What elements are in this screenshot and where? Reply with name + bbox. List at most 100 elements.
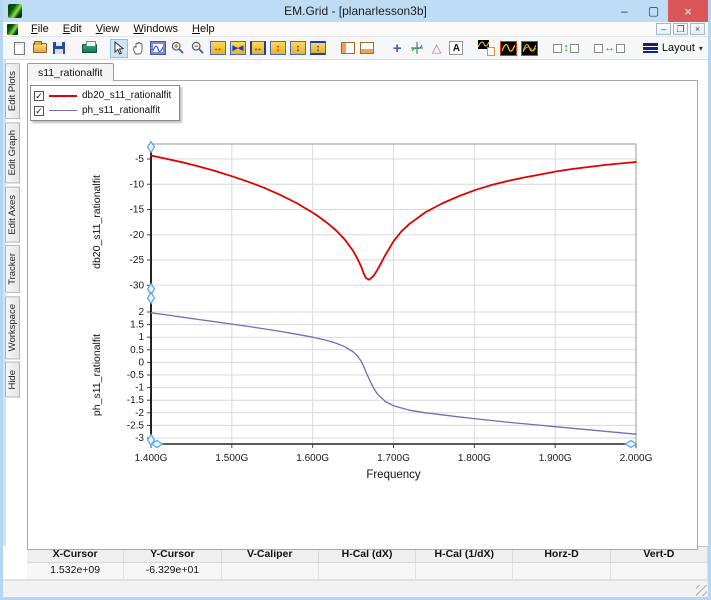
x-axis-title: Frequency — [366, 469, 421, 481]
menu-view[interactable]: View — [89, 23, 127, 35]
menu-bar: File Edit View Windows Help – ❐ × — [3, 22, 708, 37]
top-y-axis-title: db20_s11_rationalfit — [91, 175, 103, 269]
text-label-icon: A — [449, 41, 463, 55]
sidebar-tab-hide[interactable]: Hide — [5, 362, 20, 398]
text-label-button[interactable]: A — [448, 39, 466, 58]
bottom-axis-button[interactable] — [359, 39, 377, 58]
mdi-minimize-button[interactable]: – — [656, 23, 671, 35]
minimize-button[interactable]: – — [610, 0, 639, 22]
v-fit-icon: ↕ — [310, 41, 326, 55]
maximize-button[interactable]: ▢ — [639, 0, 668, 22]
y-tick-label: 1.5 — [130, 320, 144, 331]
horizontal-spacing-button[interactable]: ↔ — [593, 39, 626, 58]
new-file-button[interactable] — [11, 39, 29, 58]
zoom-out-icon — [191, 41, 205, 55]
h-expand-button[interactable]: ↔ — [209, 39, 227, 58]
y-tick-label: -30 — [130, 280, 145, 291]
graph-single-curve-icon — [500, 41, 517, 56]
axis-handle[interactable] — [148, 293, 155, 304]
layout-button[interactable]: Layout ▾ — [638, 40, 708, 56]
menu-edit[interactable]: Edit — [56, 23, 89, 35]
app-window: EM.Grid - [planarlesson3b] – ▢ × File Ed… — [0, 0, 711, 600]
open-folder-icon — [33, 43, 47, 53]
axis-handle[interactable] — [626, 441, 637, 448]
layout-button-label: Layout — [662, 42, 695, 54]
graph-style-multi-button[interactable] — [520, 39, 539, 58]
status-bar — [3, 579, 708, 597]
v-expand-icon: ↕ — [270, 41, 286, 55]
title-bar: EM.Grid - [planarlesson3b] – ▢ × — [3, 0, 708, 22]
h-fit-button[interactable]: ↔ — [249, 39, 267, 58]
bottom-y-axis-title: ph_s11_rationalfit — [91, 334, 103, 416]
plus-marker-icon: + — [393, 40, 402, 57]
h-shrink-icon: ▶◀ — [230, 41, 246, 55]
bottom-axis-icon — [360, 42, 374, 54]
menu-file[interactable]: File — [24, 23, 56, 35]
new-graph-button[interactable] — [477, 39, 497, 58]
sidebar-tab-workspace[interactable]: Workspace — [5, 296, 20, 359]
y-tick-label: -2.5 — [127, 420, 145, 431]
plot-canvas[interactable]: -5-10-15-20-25-3021.510.50-0.5-1-1.5-2-2… — [28, 81, 697, 551]
v-fit-button[interactable]: ↕ — [309, 39, 327, 58]
side-tab-strip: Edit Plots Edit Graph Edit Axes Tracker … — [3, 60, 27, 546]
checkbox-db20[interactable]: ✓ — [34, 91, 44, 101]
new-graph-icon — [478, 40, 496, 56]
axis-handle[interactable] — [148, 142, 155, 153]
zoom-in-icon — [171, 41, 185, 55]
cursor-value-vertd — [611, 563, 708, 579]
graph-style-single-button[interactable] — [499, 39, 518, 58]
x-tick-label: 1.400G — [135, 453, 168, 464]
delta-marker-icon: △ — [432, 41, 441, 55]
zoom-out-button[interactable] — [189, 39, 207, 58]
h-expand-icon: ↔ — [210, 41, 226, 55]
y-tick-label: -25 — [130, 255, 145, 266]
zoom-region-button[interactable] — [149, 39, 167, 58]
sidebar-tab-edit-graph[interactable]: Edit Graph — [5, 122, 20, 183]
x-tick-label: 1.500G — [215, 453, 248, 464]
y-tick-label: -0.5 — [127, 370, 145, 381]
v-expand-button[interactable]: ↕ — [269, 39, 287, 58]
x-tick-label: 1.600G — [296, 453, 329, 464]
left-axis-icon — [341, 42, 355, 54]
zoom-in-button[interactable] — [169, 39, 187, 58]
open-file-button[interactable] — [31, 39, 49, 58]
mdi-restore-button[interactable]: ❐ — [673, 23, 688, 35]
h-fit-icon: ↔ — [250, 41, 266, 55]
axes-cross-button[interactable] — [408, 39, 426, 58]
menu-windows[interactable]: Windows — [126, 23, 185, 35]
h-shrink-button[interactable]: ▶◀ — [229, 39, 247, 58]
pan-tool-button[interactable] — [130, 39, 148, 58]
sidebar-tab-tracker[interactable]: Tracker — [5, 245, 20, 293]
vertical-spacing-button[interactable]: ↕ — [551, 39, 581, 58]
legend-item-db20[interactable]: ✓ db20_s11_rationalfit — [34, 88, 171, 103]
y-tick-label: -10 — [130, 179, 145, 190]
axes-cross-icon — [410, 41, 424, 55]
legend: ✓ db20_s11_rationalfit ✓ ph_s11_rational… — [30, 85, 180, 121]
cursor-value-x: 1.532e+09 — [27, 563, 124, 579]
left-axis-button[interactable] — [339, 39, 357, 58]
pointer-tool-button[interactable] — [110, 39, 128, 58]
y-tick-label: -1 — [135, 383, 144, 394]
tab-s11-rationalfit[interactable]: s11_rationalfit — [27, 63, 114, 81]
x-tick-label: 1.900G — [539, 453, 572, 464]
v-shrink-icon: ↕ — [290, 41, 306, 55]
menu-help[interactable]: Help — [185, 23, 222, 35]
new-file-icon — [14, 42, 25, 55]
mdi-close-button[interactable]: × — [690, 23, 705, 35]
sidebar-tab-edit-axes[interactable]: Edit Axes — [5, 187, 20, 243]
save-button[interactable] — [51, 39, 69, 58]
print-button[interactable] — [80, 39, 98, 58]
checkbox-ph[interactable]: ✓ — [34, 106, 44, 116]
v-shrink-button[interactable]: ↕ — [289, 39, 307, 58]
delta-marker-button[interactable]: △ — [428, 39, 446, 58]
sidebar-tab-edit-plots[interactable]: Edit Plots — [5, 63, 20, 119]
legend-item-ph[interactable]: ✓ ph_s11_rationalfit — [34, 103, 171, 118]
resize-grip[interactable] — [696, 585, 707, 596]
y-tick-label: -5 — [135, 154, 144, 165]
close-button[interactable]: × — [668, 0, 708, 22]
chevron-down-icon: ▾ — [699, 44, 703, 53]
add-marker-button[interactable]: + — [388, 39, 406, 58]
y-tick-label: 1 — [138, 332, 144, 343]
layout-bars-icon — [643, 43, 658, 53]
vertical-spacing-icon: ↕ — [553, 42, 579, 54]
